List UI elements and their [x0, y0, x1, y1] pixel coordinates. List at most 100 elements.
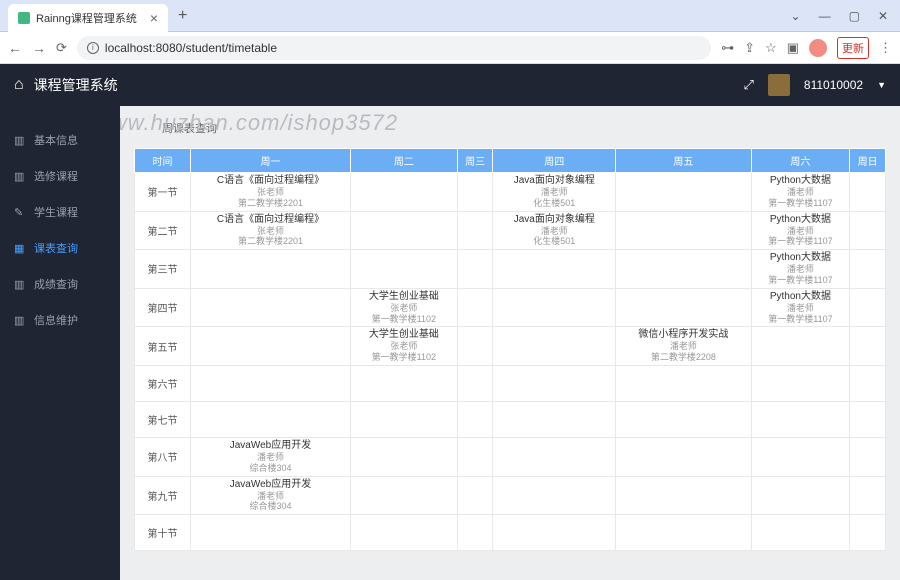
course-teacher: 张老师 — [353, 341, 455, 352]
chevron-down-icon[interactable]: ⌄ — [791, 9, 801, 23]
course-cell — [850, 250, 886, 289]
home-icon[interactable]: ⌂ — [14, 76, 24, 94]
course-cell — [493, 327, 616, 366]
update-button[interactable]: 更新 — [837, 37, 869, 59]
star-icon[interactable]: ☆ — [765, 40, 777, 56]
course-cell — [493, 288, 616, 327]
course-room: 第二教学楼2201 — [193, 236, 348, 247]
course-cell — [493, 437, 616, 476]
sidebar-item-info[interactable]: ▥基本信息 — [0, 122, 120, 158]
course-cell — [751, 476, 850, 515]
period-cell: 第一节 — [135, 173, 191, 212]
course-cell — [350, 515, 457, 551]
course-room: 第一教学楼1107 — [754, 314, 848, 325]
period-cell: 第九节 — [135, 476, 191, 515]
course-name: Java面向对象编程 — [495, 175, 613, 187]
course-cell — [616, 173, 751, 212]
course-cell: JavaWeb应用开发潘老师综合楼304 — [191, 437, 351, 476]
course-cell — [850, 288, 886, 327]
timetable: 时间周一周二周三周四周五周六周日 第一节C语言《面向过程编程》张老师第二教学楼2… — [134, 148, 886, 551]
sidebar-item-timetable[interactable]: ▦课表查询 — [0, 230, 120, 266]
course-cell — [850, 327, 886, 366]
extension-icon[interactable]: ▣ — [787, 40, 799, 56]
minimize-icon[interactable]: — — [819, 9, 831, 23]
fullscreen-icon[interactable]: ⤢ — [743, 77, 753, 93]
url-input[interactable]: i localhost:8080/student/timetable — [77, 36, 711, 60]
close-icon[interactable]: × — [150, 10, 158, 26]
sidebar-item-courses[interactable]: ✎学生课程 — [0, 194, 120, 230]
close-window-icon[interactable]: ✕ — [878, 9, 888, 23]
course-cell — [616, 288, 751, 327]
course-cell — [350, 250, 457, 289]
course-name: 大学生创业基础 — [353, 329, 455, 341]
course-room: 化生楼501 — [495, 236, 613, 247]
course-room: 第一教学楼1107 — [754, 198, 848, 209]
course-cell — [493, 476, 616, 515]
course-cell — [850, 211, 886, 250]
course-room: 第二教学楼2208 — [618, 352, 748, 363]
course-teacher: 潘老师 — [495, 187, 613, 198]
course-cell — [493, 515, 616, 551]
maximize-icon[interactable]: ▢ — [849, 9, 860, 23]
course-cell: Java面向对象编程潘老师化生楼501 — [493, 173, 616, 212]
back-icon[interactable]: ← — [8, 40, 22, 56]
reload-icon[interactable]: ⟳ — [56, 40, 67, 56]
course-cell — [751, 515, 850, 551]
chart-icon: ▥ — [14, 278, 26, 290]
profile-icon[interactable] — [809, 39, 827, 57]
table-row: 第八节JavaWeb应用开发潘老师综合楼304 — [135, 437, 886, 476]
course-name: JavaWeb应用开发 — [193, 479, 348, 491]
avatar[interactable] — [768, 74, 790, 96]
course-cell — [350, 173, 457, 212]
course-name: Python大数据 — [754, 214, 848, 226]
course-teacher: 潘老师 — [193, 491, 348, 502]
chevron-down-icon[interactable]: ▼ — [877, 80, 886, 90]
share-icon[interactable]: ⇪ — [744, 40, 755, 56]
course-cell — [191, 250, 351, 289]
app-header: ⌂ 课程管理系统 ⤢ 811010002 ▼ — [0, 64, 900, 106]
course-cell — [457, 288, 493, 327]
course-cell: Python大数据潘老师第一教学楼1107 — [751, 250, 850, 289]
course-cell — [457, 365, 493, 401]
browser-tab-bar: Rainng课程管理系统 × + ⌄ — ▢ ✕ — [0, 0, 900, 32]
sidebar-item-label: 课表查询 — [34, 240, 78, 256]
course-cell — [616, 211, 751, 250]
sidebar-item-label: 选修课程 — [34, 168, 78, 184]
course-cell: Python大数据潘老师第一教学楼1107 — [751, 173, 850, 212]
course-name: Python大数据 — [754, 291, 848, 303]
course-cell — [751, 437, 850, 476]
sidebar-item-grades[interactable]: ▥ 成绩查询 — [0, 266, 120, 302]
course-teacher: 潘老师 — [754, 264, 848, 275]
course-cell — [457, 327, 493, 366]
course-name: 大学生创业基础 — [353, 291, 455, 303]
course-cell: Python大数据潘老师第一教学楼1107 — [751, 288, 850, 327]
site-info-icon[interactable]: i — [87, 42, 99, 54]
sidebar-item-label: 成绩查询 — [34, 276, 78, 292]
sidebar-item-elective[interactable]: ▥选修课程 — [0, 158, 120, 194]
course-cell — [350, 476, 457, 515]
course-cell — [457, 515, 493, 551]
course-cell — [850, 437, 886, 476]
course-cell — [850, 476, 886, 515]
period-cell: 第八节 — [135, 437, 191, 476]
browser-tab[interactable]: Rainng课程管理系统 × — [8, 4, 168, 32]
table-row: 第三节Python大数据潘老师第一教学楼1107 — [135, 250, 886, 289]
new-tab-button[interactable]: + — [168, 7, 197, 25]
course-cell — [616, 365, 751, 401]
table-header: 周四 — [493, 149, 616, 173]
table-row: 第一节C语言《面向过程编程》张老师第二教学楼2201Java面向对象编程潘老师化… — [135, 173, 886, 212]
period-cell: 第四节 — [135, 288, 191, 327]
sidebar-item-settings[interactable]: ▥信息维护 — [0, 302, 120, 338]
course-cell — [616, 437, 751, 476]
course-cell: Python大数据潘老师第一教学楼1107 — [751, 211, 850, 250]
course-teacher: 潘老师 — [495, 226, 613, 237]
course-cell: C语言《面向过程编程》张老师第二教学楼2201 — [191, 211, 351, 250]
sidebar-item-label: 基本信息 — [34, 132, 78, 148]
course-cell — [751, 401, 850, 437]
menu-icon[interactable]: ⋮ — [879, 40, 892, 56]
forward-icon[interactable]: → — [32, 40, 46, 56]
table-header: 时间 — [135, 149, 191, 173]
course-teacher: 潘老师 — [754, 303, 848, 314]
course-cell: 大学生创业基础张老师第一教学楼1102 — [350, 288, 457, 327]
key-icon[interactable]: ⊶ — [721, 40, 734, 56]
